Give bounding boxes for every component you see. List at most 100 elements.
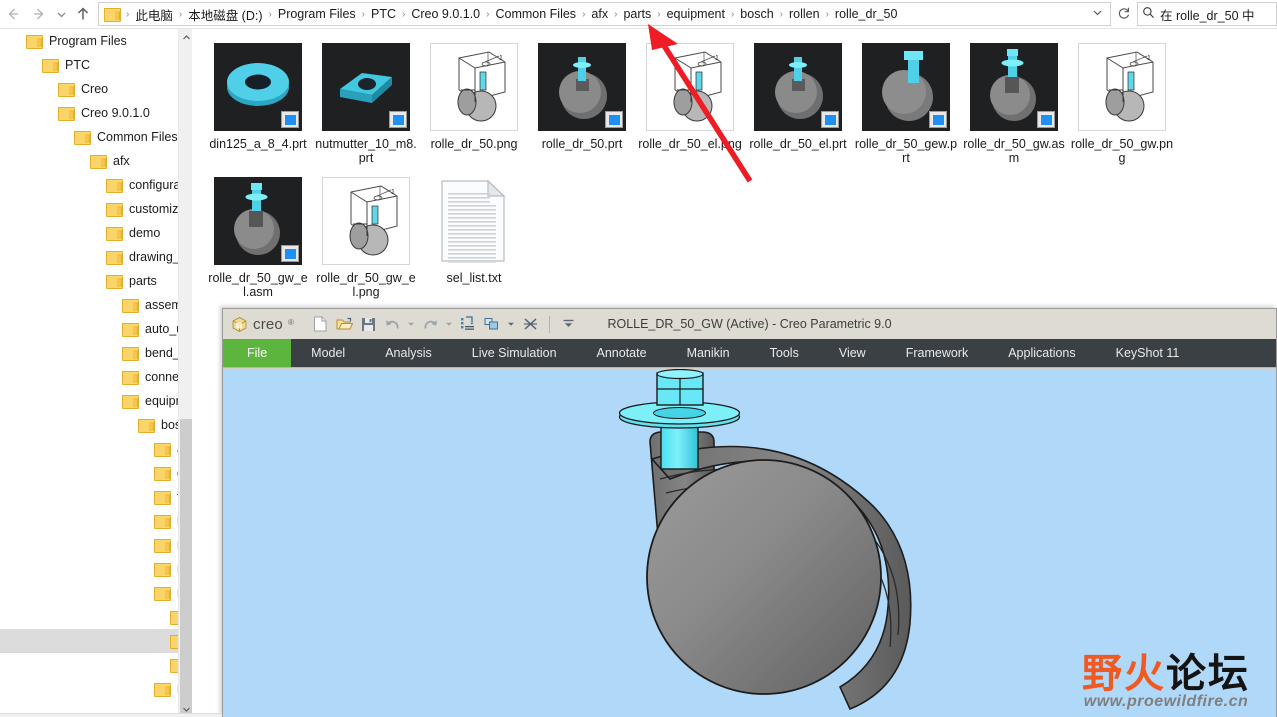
breadcrumb-item-bosch[interactable]: bosch bbox=[736, 5, 777, 23]
up-button[interactable] bbox=[70, 0, 96, 29]
forward-button[interactable] bbox=[26, 0, 52, 29]
file-tile[interactable]: rolle_dr_50_el.prt bbox=[744, 39, 852, 173]
tree-item-abdeckkappen[interactable]: abdeckkappen bbox=[0, 437, 192, 461]
breadcrumb-item-parts[interactable]: parts bbox=[619, 5, 655, 23]
file-tile[interactable]: rolle_dr_50.prt bbox=[528, 39, 636, 173]
undo-button[interactable] bbox=[382, 314, 403, 335]
creo-tab-live-simulation[interactable]: Live Simulation bbox=[452, 339, 577, 367]
tree-item-fuesse[interactable]: fuesse bbox=[0, 485, 192, 509]
file-tile[interactable]: din125_a_8_4.prt bbox=[204, 39, 312, 173]
tree-item-customization[interactable]: customization bbox=[0, 197, 192, 221]
tree-item-demo[interactable]: demo bbox=[0, 221, 192, 245]
creo-tab-analysis[interactable]: Analysis bbox=[365, 339, 452, 367]
breadcrumb-item-equipment[interactable]: equipment bbox=[663, 5, 729, 23]
tree-item-creo[interactable]: Creo bbox=[0, 77, 192, 101]
redo-dropdown-button[interactable] bbox=[444, 314, 455, 335]
creo-tab-model[interactable]: Model bbox=[291, 339, 365, 367]
breadcrumb-item-afx[interactable]: afx bbox=[587, 5, 612, 23]
save-button[interactable] bbox=[358, 314, 379, 335]
tree-item-equipment[interactable]: equipment bbox=[0, 389, 192, 413]
tree-item-nutensteine[interactable]: nutensteine bbox=[0, 533, 192, 557]
tree-item-drawing-formats[interactable]: drawing_formats bbox=[0, 245, 192, 269]
tree-item-bosch[interactable]: bosch bbox=[0, 413, 192, 437]
tree-item-rollenbahnen[interactable]: rollenbahnen bbox=[0, 677, 192, 701]
creo-tab-view[interactable]: View bbox=[819, 339, 886, 367]
file-tile[interactable]: nutmutter_10_m8.prt bbox=[312, 39, 420, 173]
scrollbar-thumb[interactable] bbox=[180, 419, 192, 717]
breadcrumb[interactable]: › 此电脑 › 本地磁盘 (D:) › Program Files › PTC … bbox=[98, 2, 1111, 26]
breadcrumb-dropdown-button[interactable] bbox=[1086, 7, 1108, 21]
folder-icon bbox=[154, 514, 171, 529]
file-tile[interactable]: rolle_dr_50_gew.prt bbox=[852, 39, 960, 173]
navigation-tree[interactable]: Program Files PTC Creo Creo 9.0.1.0 Common F… bbox=[0, 29, 192, 717]
scroll-up-button[interactable] bbox=[179, 29, 193, 45]
search-input[interactable]: 在 rolle_dr_50 中 bbox=[1137, 2, 1277, 26]
redo-button[interactable] bbox=[420, 314, 441, 335]
window-dropdown-button[interactable] bbox=[506, 314, 517, 335]
breadcrumb-item-creo-version[interactable]: Creo 9.0.1.0 bbox=[407, 5, 484, 23]
breadcrumb-item-program-files[interactable]: Program Files bbox=[274, 5, 360, 23]
file-tile[interactable]: sel_list.txt bbox=[420, 173, 528, 307]
breadcrumb-item-rolle-dr-50[interactable]: rolle_dr_50 bbox=[831, 5, 902, 23]
tree-item-daempfungen[interactable]: daempfungen bbox=[0, 461, 192, 485]
tree-item-program-files[interactable]: Program Files bbox=[0, 29, 192, 53]
folder-icon bbox=[154, 562, 171, 577]
recent-locations-button[interactable] bbox=[52, 0, 70, 29]
file-tile[interactable]: 1 rolle_dr_50_el.png bbox=[636, 39, 744, 173]
new-document-button[interactable] bbox=[310, 314, 331, 335]
tree-item-hammerschrauben[interactable]: hammerschrauben bbox=[0, 509, 192, 533]
refresh-button[interactable] bbox=[1111, 6, 1137, 23]
regenerate-button[interactable] bbox=[458, 314, 479, 335]
creo-graphics-viewport[interactable]: 野火论坛 www.proewildfire.cn bbox=[224, 369, 1276, 717]
tree-item-rolle-m12[interactable]: rolle_m12 bbox=[0, 653, 192, 677]
open-folder-icon bbox=[336, 317, 353, 330]
tree-item-common-files[interactable]: Common Files bbox=[0, 125, 192, 149]
tree-item-auto-udfs[interactable]: auto_udfs bbox=[0, 317, 192, 341]
creo-parametric-window[interactable]: creo ® ROLLE_DR_50_GW (Active) - Creo Pa… bbox=[222, 308, 1277, 717]
breadcrumb-item-common-files[interactable]: Common Files bbox=[491, 5, 580, 23]
file-tile[interactable]: 1 rolle_dr_50_gw.png bbox=[1068, 39, 1176, 173]
navigation-tree-scrollbar[interactable] bbox=[178, 29, 192, 717]
tree-item-rolle-4-loch[interactable]: rolle_4-loch bbox=[0, 605, 192, 629]
open-document-button[interactable] bbox=[334, 314, 355, 335]
tree-item-rollen[interactable]: rollen bbox=[0, 581, 192, 605]
breadcrumb-item-ptc[interactable]: PTC bbox=[367, 5, 400, 23]
tree-item-configuration[interactable]: configuration bbox=[0, 173, 192, 197]
nut-part-thumbnail bbox=[322, 43, 410, 131]
creo-cube-icon bbox=[231, 316, 248, 333]
file-tile[interactable]: rolle_dr_50_gw.asm bbox=[960, 39, 1068, 173]
file-tile[interactable]: rolle_dr_50_gw_el.asm bbox=[204, 173, 312, 307]
folder-icon bbox=[106, 250, 123, 265]
customize-qat-button[interactable] bbox=[558, 314, 579, 335]
creo-tab-keyshot-11[interactable]: KeyShot 11 bbox=[1096, 339, 1200, 367]
tree-item-afx[interactable]: afx bbox=[0, 149, 192, 173]
tree-item-parts[interactable]: parts bbox=[0, 269, 192, 293]
breadcrumb-item-rollen[interactable]: rollen bbox=[785, 5, 824, 23]
tree-item-ptc[interactable]: PTC bbox=[0, 53, 192, 77]
tree-item-rolle-dr-50[interactable]: rolle_dr_50 bbox=[0, 629, 192, 653]
creo-ribbon-tabs[interactable]: File Model Analysis Live Simulation Annotate… bbox=[223, 339, 1276, 368]
file-tile[interactable]: 1 rolle_dr_50.png bbox=[420, 39, 528, 173]
undo-dropdown-button[interactable] bbox=[406, 314, 417, 335]
tree-item-label: Creo 9.0.1.0 bbox=[81, 106, 150, 120]
creo-tab-file[interactable]: File bbox=[223, 339, 292, 367]
creo-tab-tools[interactable]: Tools bbox=[750, 339, 819, 367]
breadcrumb-item-local-disk[interactable]: 本地磁盘 (D:) bbox=[184, 3, 266, 26]
tree-item-nutmutternn[interactable]: nutmutternn bbox=[0, 557, 192, 581]
tree-item-connectors[interactable]: connectors bbox=[0, 365, 192, 389]
breadcrumb-item-this-pc[interactable]: 此电脑 bbox=[131, 3, 177, 26]
file-tile[interactable]: 1 rolle_dr_50_gw_el.png bbox=[312, 173, 420, 307]
breadcrumb-separator: › bbox=[730, 8, 735, 20]
window-button[interactable] bbox=[482, 314, 503, 335]
tree-item-bend-profiles[interactable]: bend_profiles bbox=[0, 341, 192, 365]
close-window-button[interactable] bbox=[520, 314, 541, 335]
tree-item-assemblies[interactable]: assemblies bbox=[0, 293, 192, 317]
tree-item-creo-9-0-1-0[interactable]: Creo 9.0.1.0 bbox=[0, 101, 192, 125]
file-thumbnail bbox=[210, 39, 306, 135]
creo-tab-applications[interactable]: Applications bbox=[988, 339, 1095, 367]
back-button[interactable] bbox=[0, 0, 26, 29]
creo-tab-manikin[interactable]: Manikin bbox=[667, 339, 750, 367]
creo-tab-annotate[interactable]: Annotate bbox=[577, 339, 667, 367]
creo-file-badge-icon bbox=[281, 111, 299, 128]
creo-tab-framework[interactable]: Framework bbox=[886, 339, 989, 367]
